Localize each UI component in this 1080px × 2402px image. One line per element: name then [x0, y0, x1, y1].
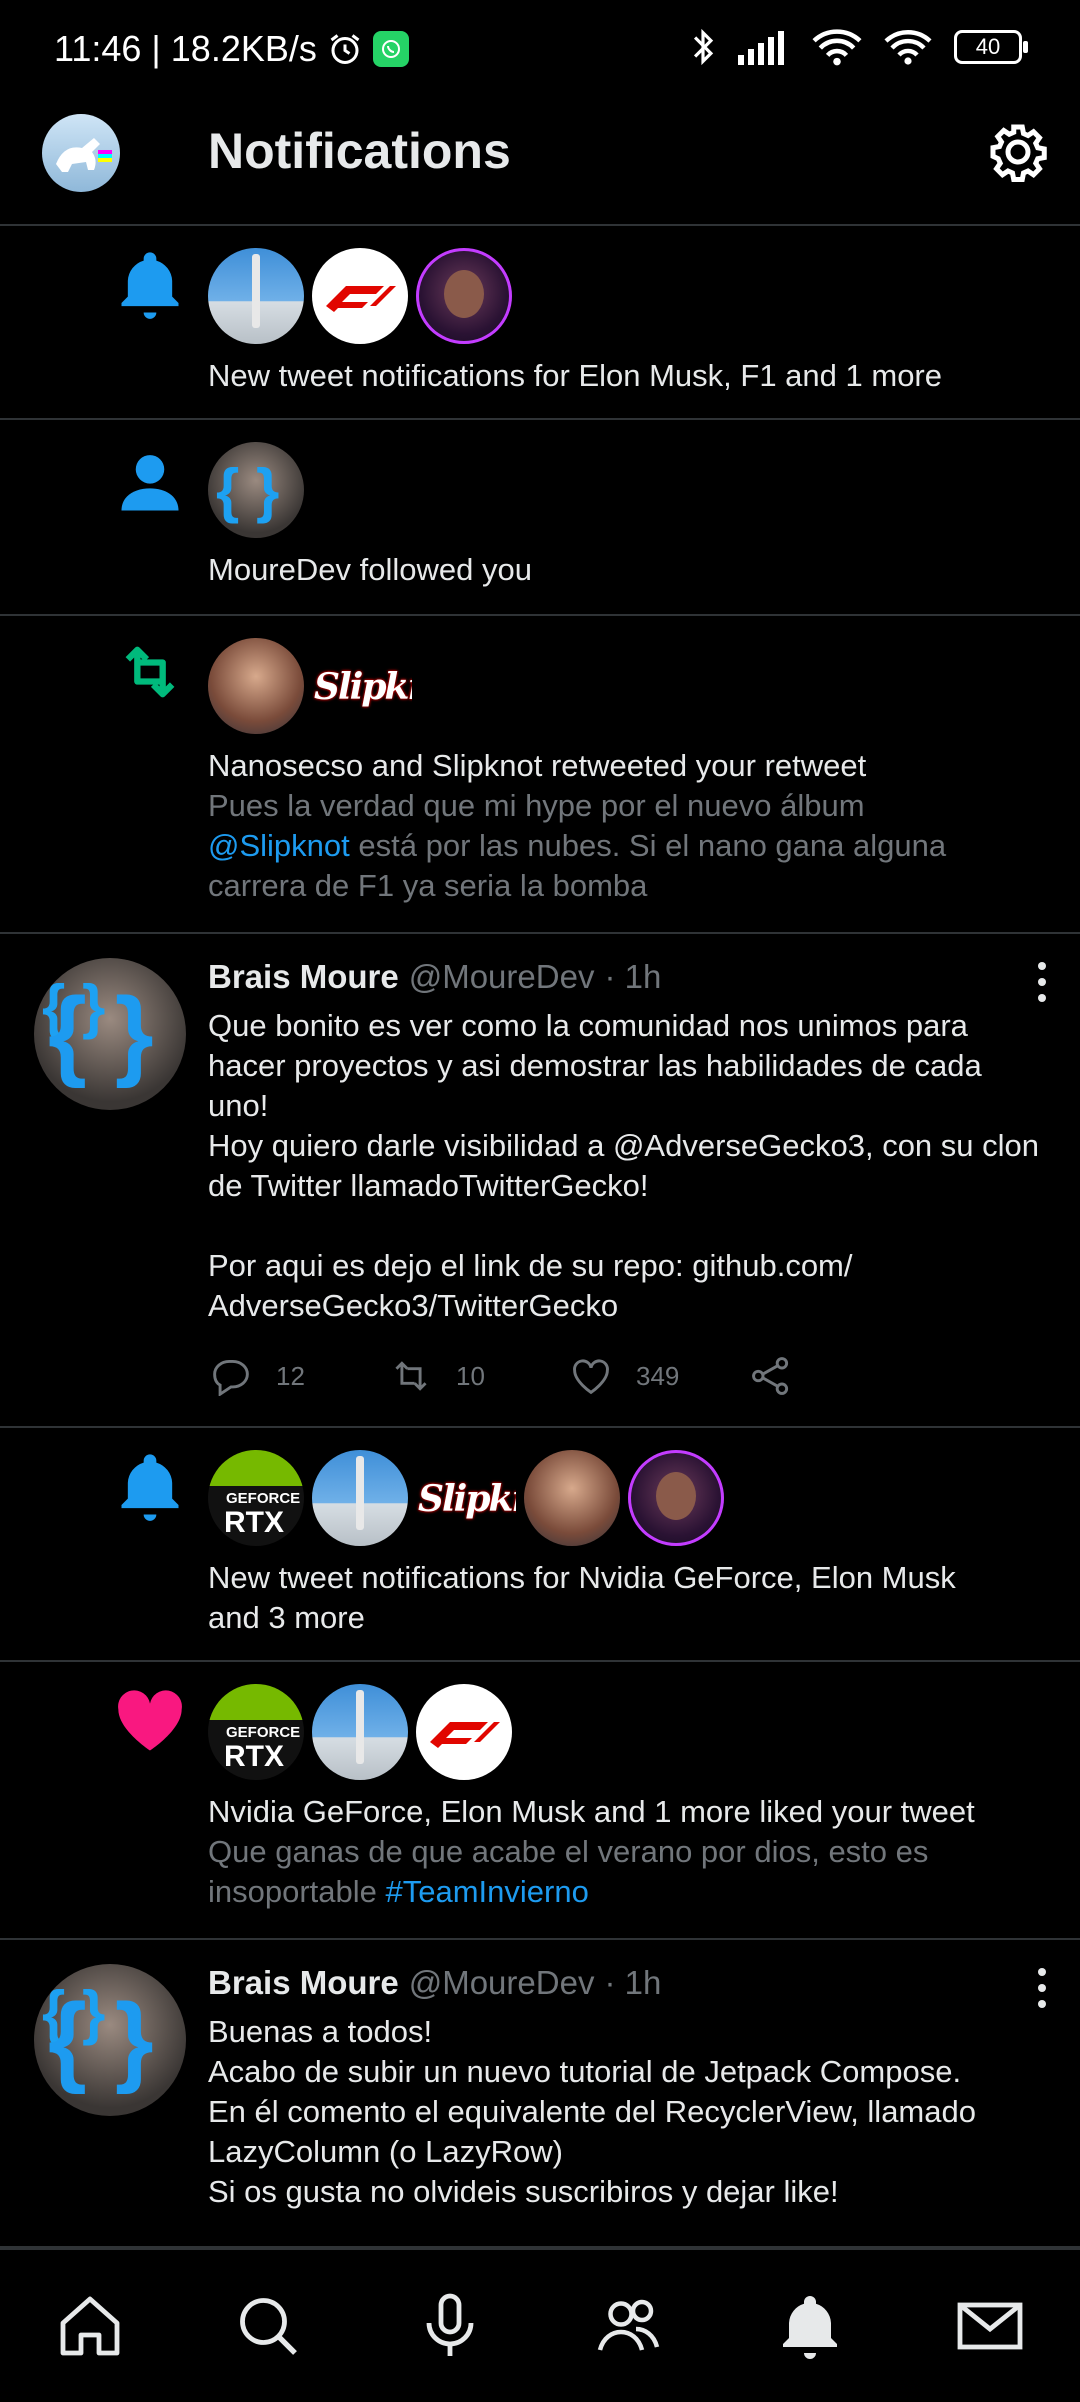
notification-detail: Que ganas de que acabe el verano por dio… — [208, 1834, 929, 1909]
like-count: 349 — [636, 1360, 680, 1391]
reply-count: 12 — [276, 1360, 305, 1391]
avatar[interactable]: Slipknot — [312, 638, 412, 734]
tweet-time: · 1h — [604, 958, 662, 995]
bell-icon — [121, 1454, 179, 1521]
list-item[interactable]: New tweet notifications for Elon Musk, F… — [0, 226, 1080, 420]
author-handle[interactable]: @MoureDev — [409, 958, 595, 996]
signal-icon — [738, 31, 784, 65]
bell-icon — [121, 252, 179, 319]
avatar[interactable] — [312, 1684, 408, 1780]
share-button[interactable] — [748, 1356, 928, 1396]
reply-button[interactable]: 12 — [208, 1356, 388, 1396]
heart-icon — [573, 1359, 609, 1395]
avatar[interactable]: { } — [34, 1964, 186, 2116]
share-icon — [752, 1357, 789, 1395]
avatar[interactable] — [208, 638, 304, 734]
avatar[interactable]: Slipknot — [416, 1450, 516, 1546]
heart-icon — [118, 1690, 182, 1751]
tweet[interactable]: { } Brais Moure @MoureDev · 1h Que bonit… — [0, 934, 1080, 1428]
list-item[interactable]: Slipknot Nanosecso and Slipknot retweete… — [0, 616, 1080, 934]
whatsapp-icon — [372, 31, 409, 67]
reply-icon — [213, 1360, 249, 1396]
mention-link[interactable]: @Slipknot — [208, 828, 350, 863]
wifi-icon — [884, 30, 932, 65]
avatar[interactable]: GEFORCE RTX — [208, 1684, 304, 1780]
avatar[interactable]: { } — [34, 958, 186, 1110]
retweet-count: 10 — [456, 1360, 485, 1391]
notification-title: Nvidia GeForce, Elon Musk and 1 more lik… — [208, 1794, 975, 1829]
avatar[interactable] — [524, 1450, 620, 1546]
home-icon[interactable] — [54, 2290, 126, 2362]
tweet-text: Buenas a todos! Acabo de subir un nuevo … — [208, 2014, 976, 2209]
avatar[interactable] — [416, 1684, 512, 1780]
wifi-icon — [812, 29, 862, 66]
avatar[interactable] — [42, 114, 120, 192]
list-item[interactable]: GEFORCE RTX Nvidia GeForce, Elon Musk and… — [0, 1662, 1080, 1940]
list-item[interactable]: GEFORCERTX Slipknot New tweet notificati… — [0, 1428, 1080, 1662]
status-time-speed: 11:46 | 18.2KB/s — [54, 28, 317, 69]
bottom-navigation — [0, 2248, 1080, 2402]
gear-icon[interactable] — [988, 122, 1048, 182]
more-options-icon[interactable] — [1034, 962, 1050, 1002]
notification-text: New tweet notifications for Elon Musk, F… — [208, 358, 942, 393]
avatar[interactable]: GEFORCE RTX — [208, 1450, 304, 1546]
author-name[interactable]: Brais Moure — [208, 958, 399, 996]
status-bar: 11:46 | 18.2KB/s 40 — [0, 0, 1080, 96]
person-icon — [121, 455, 179, 511]
mic-icon[interactable] — [414, 2290, 486, 2362]
notification-text: Nvidia GeForce, Elon Musk and 1 more lik… — [208, 1792, 1050, 1912]
notification-text: New tweet notifications for Nvidia GeFor… — [208, 1560, 956, 1635]
avatar[interactable] — [628, 1450, 724, 1546]
avatar[interactable] — [312, 1450, 408, 1546]
tweet-time: · 1h — [604, 1964, 662, 2001]
people-icon[interactable] — [594, 2290, 666, 2362]
hashtag-link[interactable]: #TeamInvierno — [386, 1874, 589, 1909]
bell-icon[interactable] — [774, 2290, 846, 2362]
author-name[interactable]: Brais Moure — [208, 1964, 399, 2002]
retweet-button[interactable]: 10 — [388, 1356, 568, 1396]
tweet-header: Brais Moure @MoureDev · 1h — [208, 1964, 661, 2002]
search-icon[interactable] — [232, 2290, 304, 2362]
mail-icon[interactable] — [954, 2290, 1026, 2362]
bluetooth-icon — [693, 28, 714, 66]
more-options-icon[interactable] — [1034, 1968, 1050, 2008]
author-handle[interactable]: @MoureDev — [409, 1964, 595, 2002]
battery-indicator: 40 — [954, 30, 1028, 64]
tweet[interactable]: { } Brais Moure @MoureDev · 1h Buenas a … — [0, 1940, 1080, 2248]
notification-detail: Pues la verdad que mi hype por el nuevo … — [208, 788, 947, 903]
tweet-text: Que bonito es ver como la comunidad nos … — [208, 1008, 1040, 1323]
alarm-icon — [330, 34, 360, 64]
avatar[interactable] — [312, 248, 408, 344]
page-title: Notifications — [208, 123, 511, 179]
list-item[interactable]: MoureDev followed you — [0, 420, 1080, 616]
notification-title: Nanosecso and Slipknot retweeted your re… — [208, 748, 867, 783]
retweet-icon — [125, 646, 175, 698]
notification-text: MoureDev followed you — [208, 552, 532, 587]
avatar[interactable] — [208, 442, 304, 538]
app-header: Notifications — [0, 96, 1080, 226]
retweet-icon — [395, 1361, 427, 1391]
avatar[interactable] — [208, 248, 304, 344]
avatar[interactable] — [416, 248, 512, 344]
notification-text: Nanosecso and Slipknot retweeted your re… — [208, 746, 1050, 906]
like-button[interactable]: 349 — [568, 1356, 748, 1396]
tweet-header: Brais Moure @MoureDev · 1h — [208, 958, 661, 996]
